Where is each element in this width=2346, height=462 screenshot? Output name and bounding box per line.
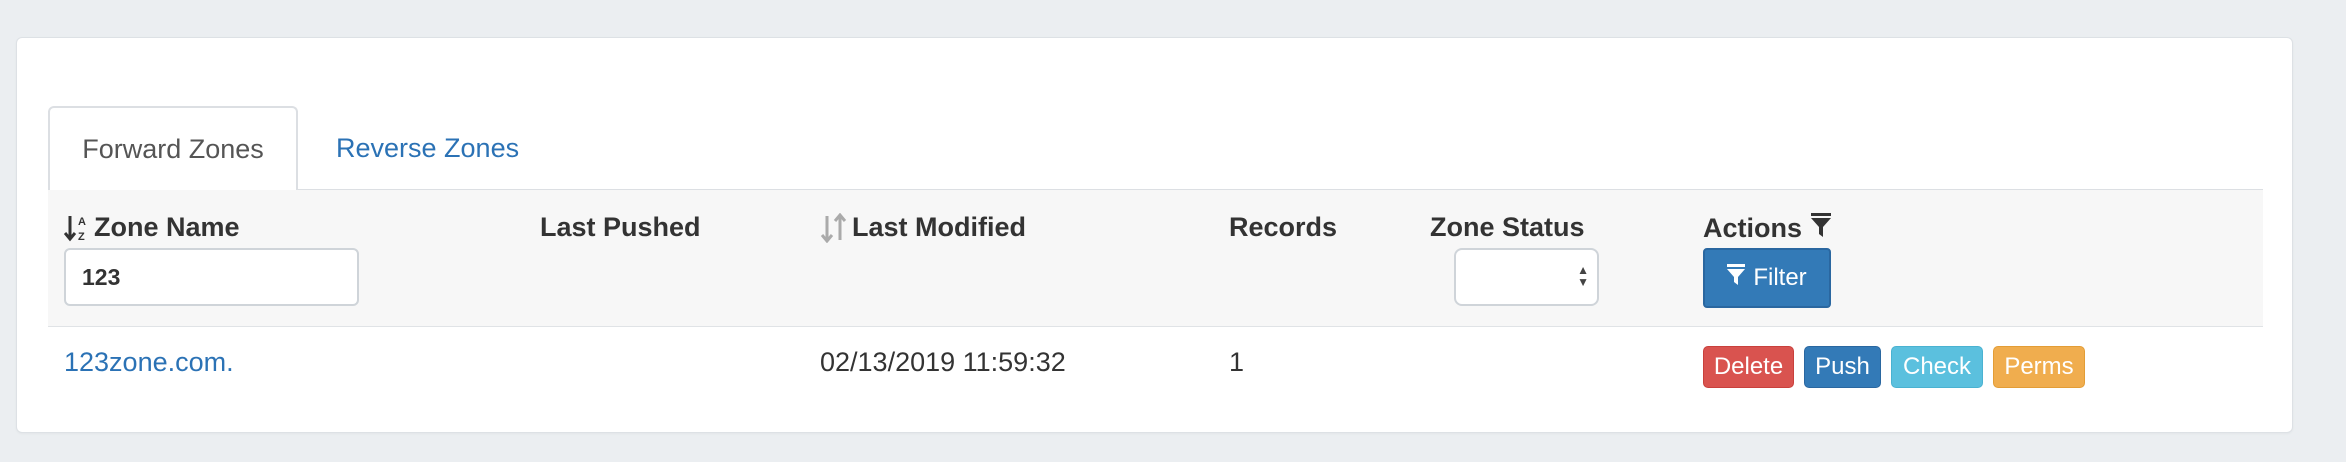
zone-name-filter-input[interactable]	[64, 248, 359, 306]
column-actions-label: Actions	[1703, 213, 1803, 243]
column-last-modified[interactable]: Last Modified	[820, 212, 1026, 243]
records-cell: 1	[1229, 347, 1245, 377]
column-zone-status: Zone Status	[1430, 212, 1585, 242]
sort-icon[interactable]	[820, 212, 848, 243]
table-row: 123zone.com. 02/13/2019 11:59:32 1 Delet…	[48, 327, 2263, 397]
svg-text:A: A	[78, 216, 86, 228]
funnel-icon[interactable]	[1810, 212, 1832, 245]
column-zone-name-label: Zone Name	[94, 212, 240, 242]
column-last-pushed: Last Pushed	[540, 212, 701, 242]
filter-button[interactable]: Filter	[1703, 248, 1831, 308]
column-zone-name[interactable]: A Z Zone Name	[64, 212, 240, 243]
delete-button[interactable]: Delete	[1703, 346, 1794, 388]
perms-button[interactable]: Perms	[1993, 346, 2085, 388]
zone-status-select[interactable]: ▲ ▼	[1454, 248, 1599, 306]
column-actions: Actions	[1703, 212, 1832, 245]
check-button[interactable]: Check	[1891, 346, 1983, 388]
sort-alpha-down-icon[interactable]: A Z	[64, 213, 90, 243]
column-records: Records	[1229, 212, 1338, 242]
zone-tabs: Forward Zones Reverse Zones	[48, 68, 2263, 192]
last-modified-cell: 02/13/2019 11:59:32	[820, 347, 1066, 377]
column-last-modified-label: Last Modified	[852, 212, 1026, 242]
select-arrows-icon: ▲ ▼	[1577, 263, 1589, 289]
funnel-icon	[1727, 263, 1746, 293]
tab-forward-zones[interactable]: Forward Zones	[48, 106, 298, 192]
push-button[interactable]: Push	[1804, 346, 1881, 388]
zone-name-link[interactable]: 123zone.com.	[64, 347, 234, 378]
table-header: A Z Zone Name Last Pushed Last Modified …	[48, 190, 2263, 327]
tab-reverse-zones[interactable]: Reverse Zones	[336, 106, 519, 190]
svg-text:Z: Z	[78, 231, 85, 243]
zones-panel: Forward Zones Reverse Zones A Z Zone Nam…	[16, 37, 2293, 433]
filter-button-label: Filter	[1753, 264, 1807, 291]
